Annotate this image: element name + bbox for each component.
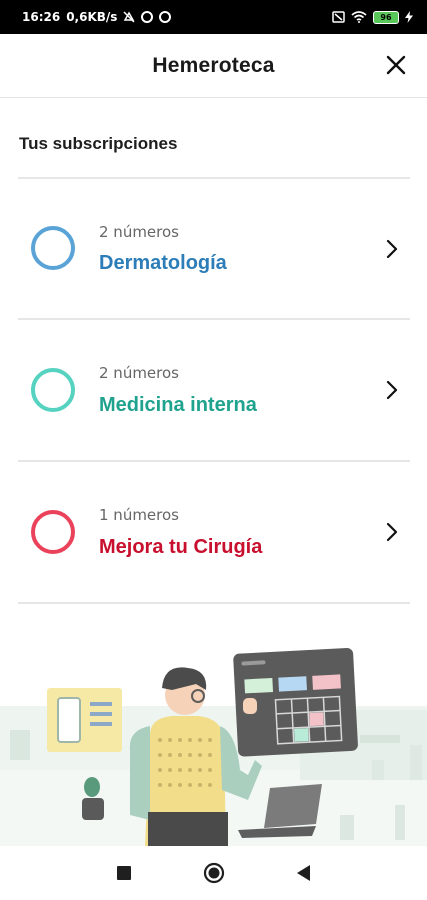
section-title: Tus subscripciones xyxy=(19,134,178,153)
status-bar: 16:26 0,6KB/s 96 xyxy=(0,0,427,34)
subscription-count: 1 números xyxy=(99,506,179,524)
home-button[interactable] xyxy=(202,861,226,885)
subscription-ring-icon xyxy=(31,368,75,412)
back-button[interactable] xyxy=(292,861,316,885)
chevron-right-icon xyxy=(386,239,398,259)
subscription-ring-icon xyxy=(31,226,75,270)
subscription-name: Dermatología xyxy=(99,252,227,274)
sync-icon xyxy=(159,11,172,23)
sync-icon xyxy=(141,11,154,23)
system-nav-bar xyxy=(0,846,427,900)
close-icon[interactable] xyxy=(385,54,407,76)
app-header: Hemeroteca xyxy=(0,34,427,98)
home-icon xyxy=(203,862,224,884)
recent-apps-icon xyxy=(116,866,131,880)
chevron-right-icon xyxy=(386,522,398,542)
subscription-count: 2 números xyxy=(99,223,179,241)
divider xyxy=(18,602,410,604)
subscription-item-medicina-interna[interactable]: 2 números Medicina interna xyxy=(0,320,427,460)
doctor-illustration xyxy=(0,648,427,846)
recent-apps-button[interactable] xyxy=(112,861,136,885)
status-time: 16:26 xyxy=(22,10,61,24)
back-icon xyxy=(296,865,310,881)
subscription-ring-icon xyxy=(31,510,75,554)
subscription-name: Medicina interna xyxy=(99,394,257,416)
mute-icon xyxy=(123,11,135,23)
network-speed: 0,6KB/s xyxy=(66,10,118,24)
page-title: Hemeroteca xyxy=(152,53,275,77)
subscription-count: 2 números xyxy=(99,364,179,382)
subscription-name: Mejora tu Cirugía xyxy=(99,536,263,558)
chevron-right-icon xyxy=(386,380,398,400)
wifi-icon xyxy=(351,11,367,23)
status-left: 16:26 0,6KB/s xyxy=(22,10,172,24)
subscription-item-dermatologia[interactable]: 2 números Dermatología xyxy=(0,179,427,319)
subscription-item-mejora-tu-cirugia[interactable]: 1 números Mejora tu Cirugía xyxy=(0,462,427,602)
sim-icon xyxy=(332,11,345,23)
status-right: 96 xyxy=(332,10,413,24)
battery-icon: 96 xyxy=(373,10,399,24)
charging-icon xyxy=(405,11,413,23)
